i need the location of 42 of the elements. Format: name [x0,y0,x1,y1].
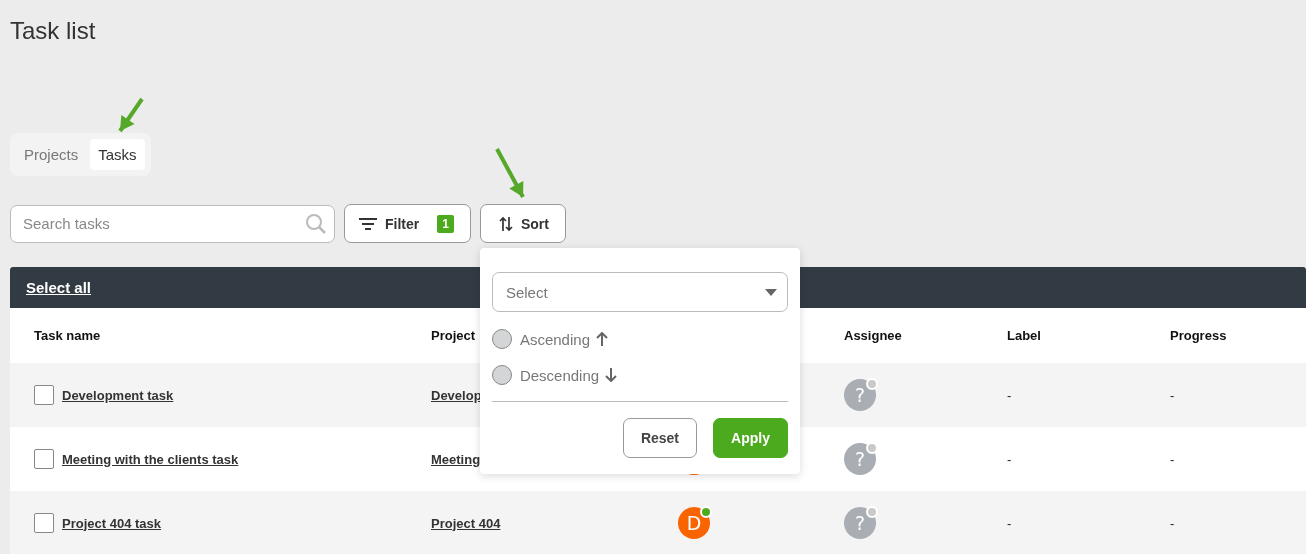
avatar-initial: D [685,511,703,536]
label-cell: - [1007,515,1012,531]
arrow-up-icon [596,332,608,346]
progress-cell: - [1170,451,1175,467]
progress-cell: - [1170,515,1175,531]
question-mark: ? [853,383,867,408]
reset-button[interactable]: Reset [622,418,698,458]
column-header: Task name [34,328,101,343]
progress-cell: - [1170,387,1175,403]
arrow-down-icon [605,368,618,382]
project-link[interactable]: Project 404 [431,515,501,531]
question-mark: ? [853,447,867,472]
tab[interactable]: Projects [16,139,87,170]
task-link[interactable]: Development task [62,387,174,403]
search-field[interactable]: Search tasks [10,204,335,243]
select-all-link[interactable]: Select all [26,279,92,296]
label-cell: - [1007,387,1012,403]
sort-option-label: Descending [519,366,600,384]
sort-select[interactable]: Select [491,272,788,312]
column-header: Progress [1170,328,1227,343]
project-link[interactable]: Meeting [431,451,481,467]
filter-button[interactable]: Filter 1 [344,204,471,243]
task-link[interactable]: Project 404 task [62,515,161,531]
column-header: Assignee [844,328,902,343]
task-link[interactable]: Meeting with the clients task [62,451,239,467]
checkbox[interactable] [34,385,54,405]
radio-button[interactable] [491,365,512,385]
checkbox[interactable] [34,513,54,533]
label-cell: - [1007,451,1012,467]
filter-icon [359,217,377,230]
project-link[interactable]: Develop [431,387,482,403]
filter-count-badge: 1 [437,214,454,233]
question-mark: ? [853,511,867,536]
page-title: Task list [10,16,96,46]
checkbox[interactable] [34,449,54,469]
column-header: Project [431,328,476,343]
sort-option-label: Ascending [519,330,590,348]
column-header: Label [1007,328,1041,343]
search-icon [305,212,327,235]
radio-button[interactable] [491,329,512,349]
sort-icon [498,215,513,232]
caret-icon [764,288,777,296]
